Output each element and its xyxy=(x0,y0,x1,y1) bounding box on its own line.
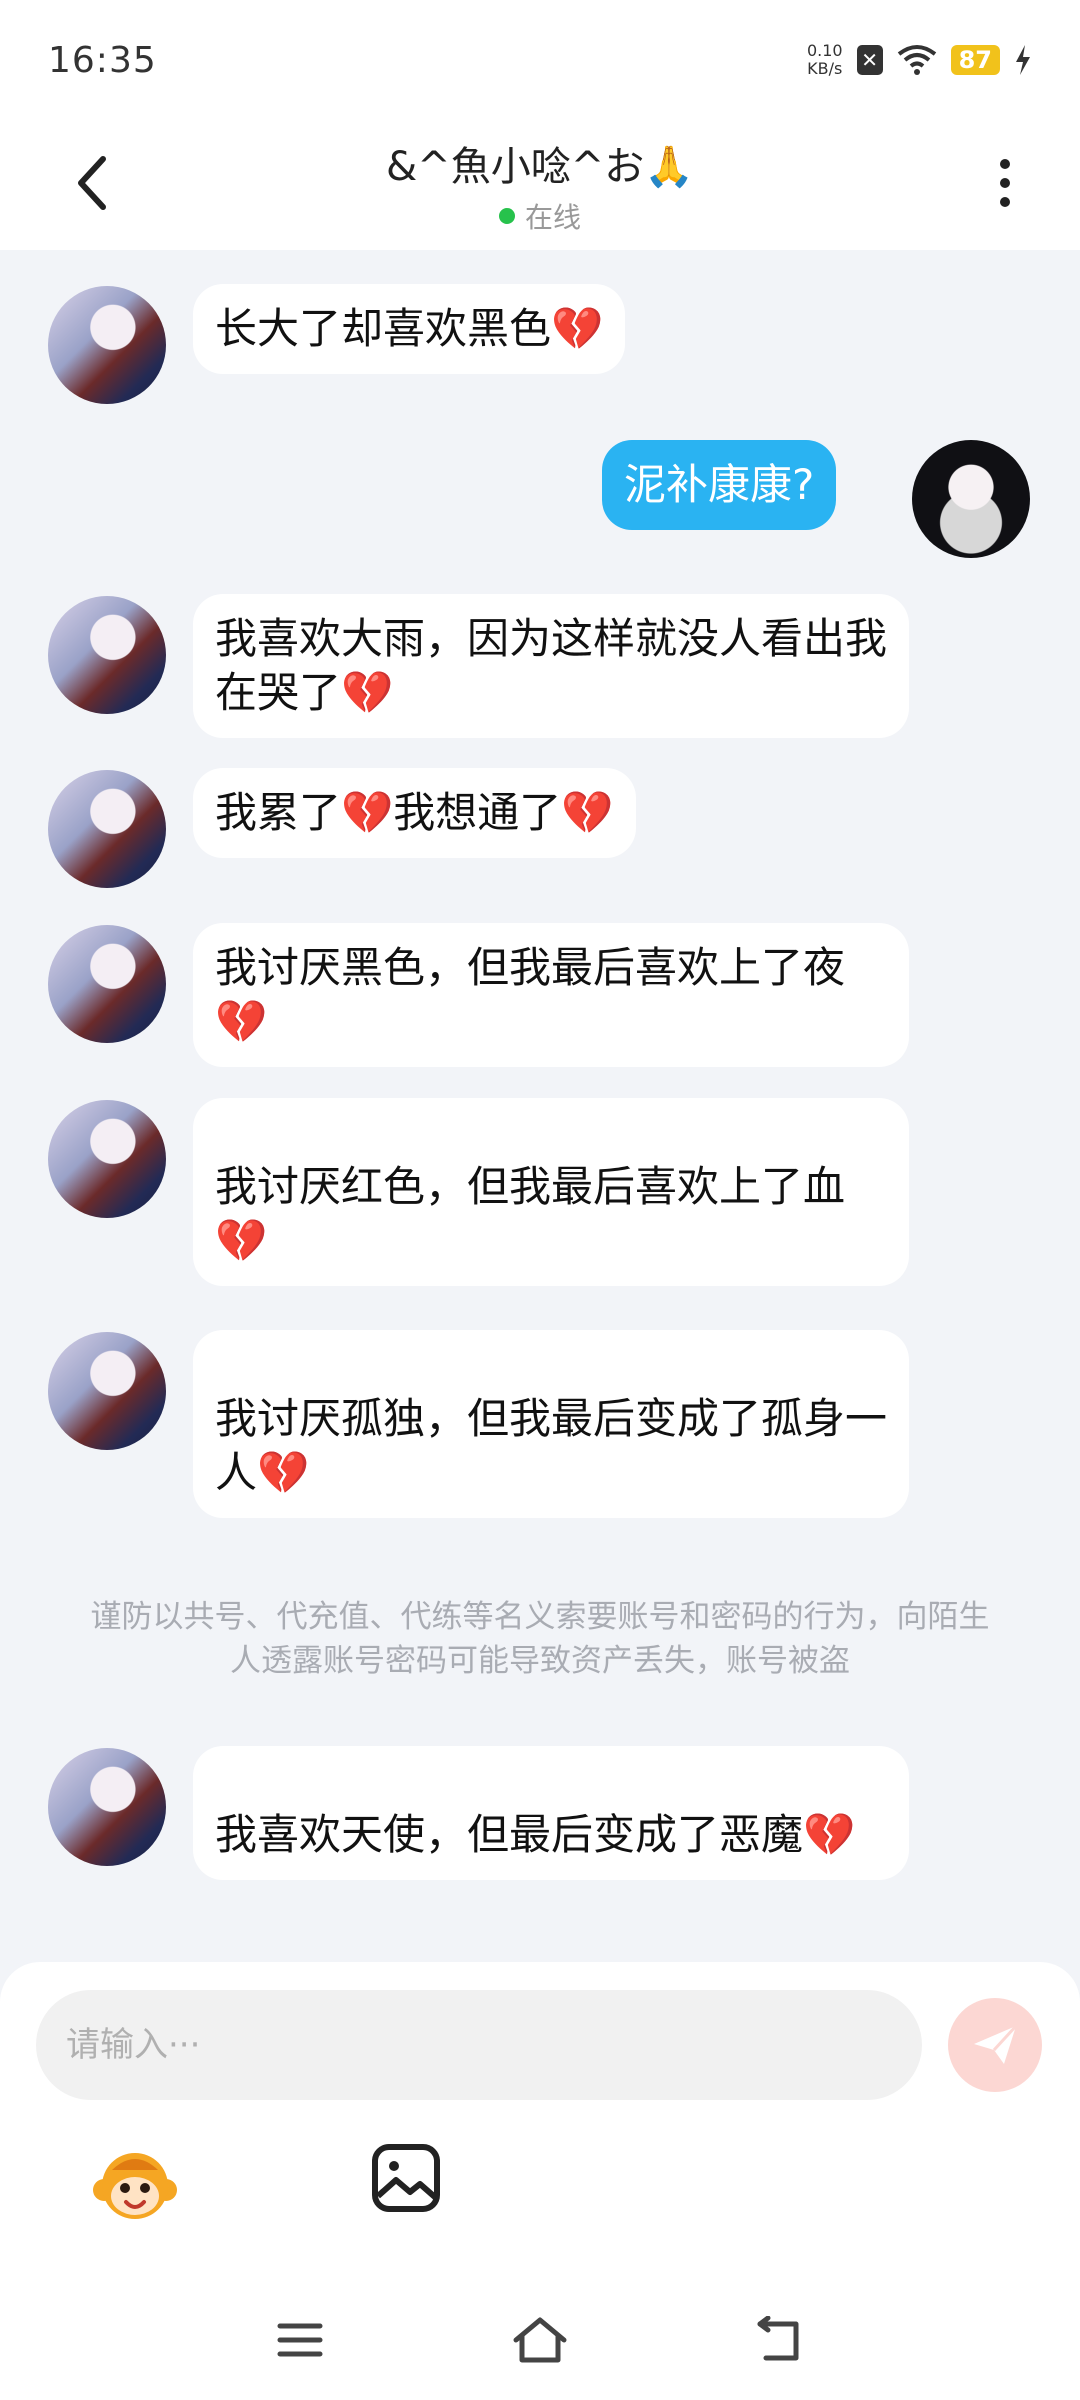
chat-title: &^魚小唸^お🙏 xyxy=(385,144,695,190)
image-button[interactable] xyxy=(370,2142,442,2214)
wifi-icon xyxy=(897,45,936,75)
chevron-left-icon xyxy=(78,156,106,210)
image-icon xyxy=(372,2144,440,2212)
nav-menu-button[interactable] xyxy=(270,2310,330,2370)
status-icons: 0.10 KB/s ✕ 87 xyxy=(807,42,1032,78)
my-avatar[interactable] xyxy=(912,440,1030,558)
more-options-button[interactable] xyxy=(980,148,1030,218)
broken-heart-icon: 💔 xyxy=(215,1216,268,1265)
contact-avatar[interactable] xyxy=(48,925,166,1043)
chat-header: &^魚小唸^お🙏 在线 xyxy=(0,120,1080,250)
message-bubble: 我讨厌红色，但我最后喜欢上了血💔 xyxy=(193,1098,909,1286)
battery-level: 87 xyxy=(950,45,1000,75)
contact-avatar[interactable] xyxy=(48,770,166,888)
message-bubble: 我讨厌黑色，但我最后喜欢上了夜💔 xyxy=(193,923,909,1067)
online-dot-icon xyxy=(498,208,515,224)
broken-heart-icon: 💔 xyxy=(561,788,614,837)
message-bubble: 我喜欢天使，但最后变成了恶魔💔 xyxy=(193,1746,909,1880)
network-speed: 0.10 KB/s xyxy=(807,42,843,78)
net-speed-unit: KB/s xyxy=(807,59,843,78)
contact-avatar[interactable] xyxy=(48,286,166,404)
message-bubble: 长大了却喜欢黑色💔 xyxy=(193,284,626,374)
status-bar: 16:35 0.10 KB/s ✕ 87 xyxy=(0,0,1080,120)
message-bubble: 我累了💔我想通了💔 xyxy=(193,768,636,858)
online-status-text: 在线 xyxy=(524,201,581,234)
monkey-emoji-icon xyxy=(93,2153,177,2219)
home-icon xyxy=(513,2317,567,2363)
nav-back-button[interactable] xyxy=(750,2310,810,2370)
broken-heart-icon: 💔 xyxy=(215,997,268,1046)
chat-screen: 16:35 0.10 KB/s ✕ 87 &^魚小唸^お🙏 在线 长大了却喜欢黑… xyxy=(0,0,1080,2400)
menu-icon xyxy=(277,2323,323,2357)
message-bubble: 我讨厌孤独，但我最后变成了孤身一人💔 xyxy=(193,1330,909,1518)
charging-icon xyxy=(1016,45,1030,75)
title-block: &^魚小唸^お🙏 在线 xyxy=(386,134,694,236)
system-nav-bar xyxy=(0,2290,1080,2390)
emoji-button[interactable] xyxy=(90,2140,180,2230)
status-time: 16:35 xyxy=(48,39,157,81)
contact-avatar[interactable] xyxy=(48,596,166,714)
broken-heart-icon: 💔 xyxy=(257,1448,310,1497)
contact-avatar[interactable] xyxy=(48,1100,166,1218)
contact-avatar[interactable] xyxy=(48,1748,166,1866)
send-button[interactable] xyxy=(948,1998,1042,2092)
contact-avatar[interactable] xyxy=(48,1332,166,1450)
back-arrow-icon xyxy=(757,2316,799,2361)
my-message-bubble: 泥补康康? xyxy=(602,440,837,530)
message-input[interactable] xyxy=(36,1990,922,2100)
nav-home-button[interactable] xyxy=(510,2310,570,2370)
no-sim-icon: ✕ xyxy=(856,45,883,75)
back-button[interactable] xyxy=(62,148,122,218)
message-bubble: 我喜欢大雨，因为这样就没人看出我在哭了💔 xyxy=(193,594,909,738)
net-speed-value: 0.10 xyxy=(806,41,843,60)
online-status: 在线 xyxy=(498,196,581,236)
more-vertical-icon xyxy=(1000,159,1010,169)
broken-heart-icon: 💔 xyxy=(341,668,394,717)
safety-notice: 谨防以共号、代充值、代练等名义索要账号和密码的行为，向陌生人透露账号密码可能导致… xyxy=(90,1599,990,1679)
broken-heart-icon: 💔 xyxy=(551,304,604,353)
paper-plane-icon xyxy=(974,2024,1018,2064)
broken-heart-icon: 💔 xyxy=(803,1810,856,1859)
